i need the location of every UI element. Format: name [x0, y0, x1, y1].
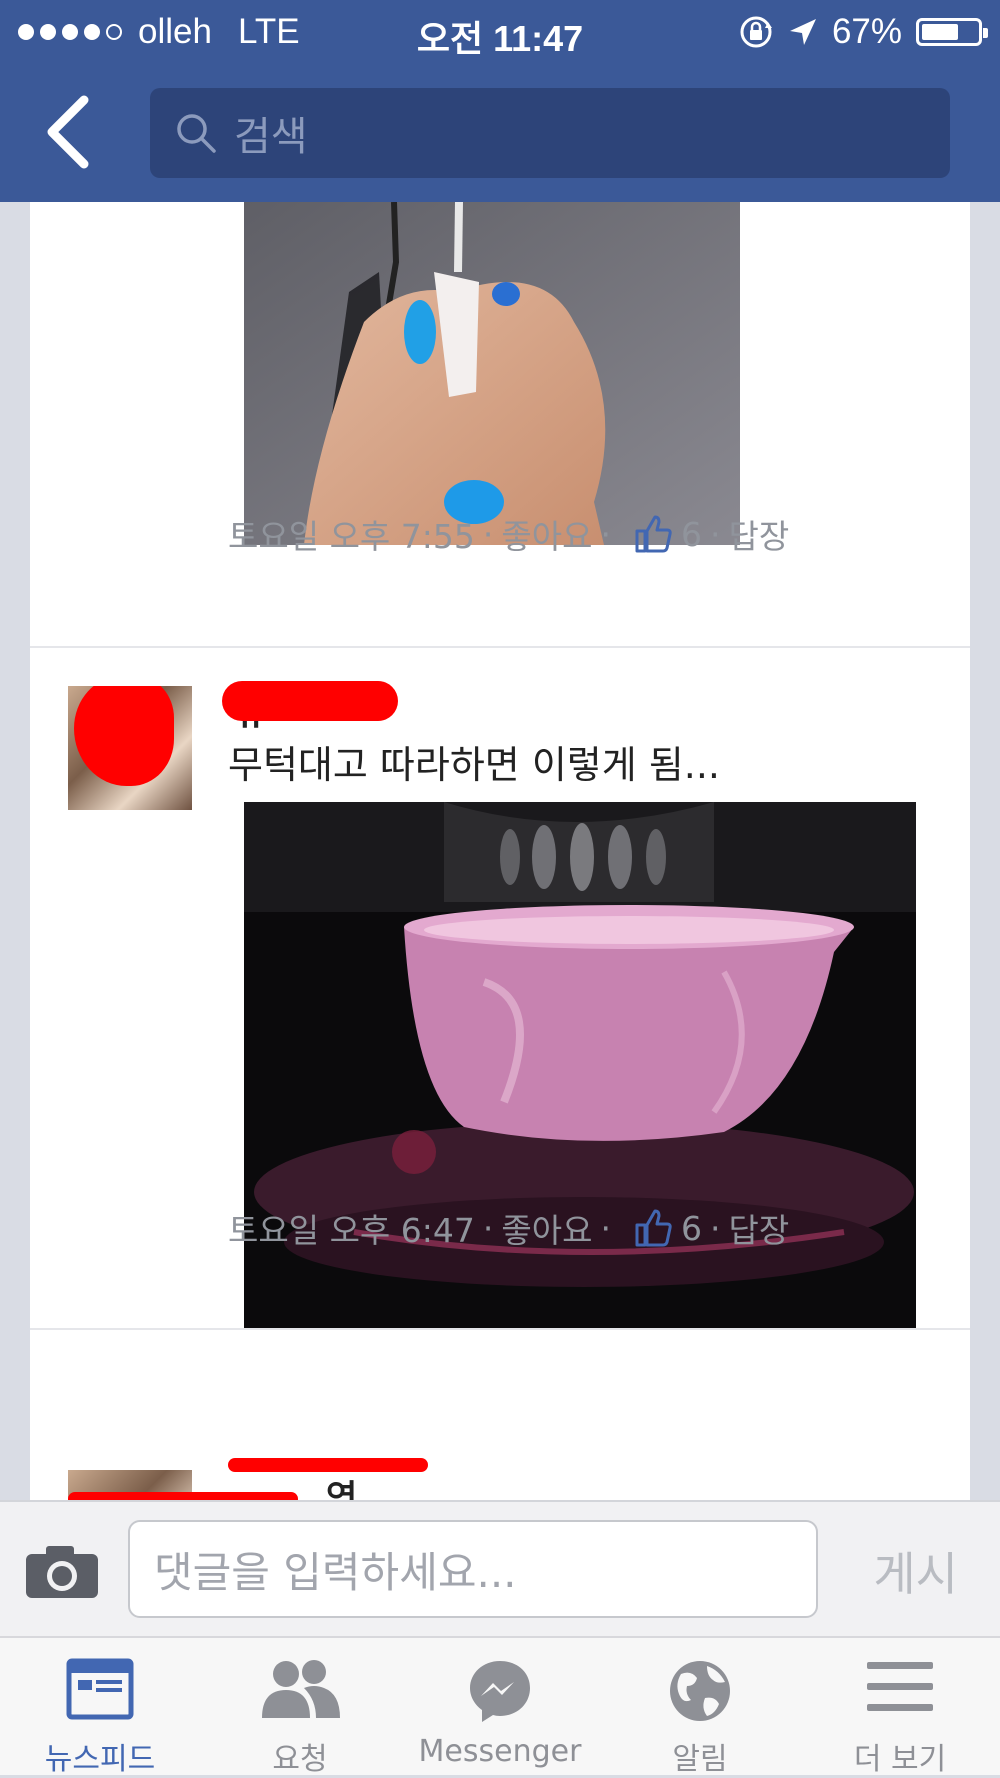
back-button[interactable]: [40, 92, 96, 172]
author-name-redacted[interactable]: 뀨: [222, 677, 428, 733]
comment-placeholder: 댓글을 입력하세요...: [154, 1547, 517, 1597]
search-input[interactable]: 검색: [150, 88, 950, 178]
redaction-mark: [222, 681, 398, 721]
tab-label: 알림: [672, 1742, 728, 1777]
redaction-mark: [68, 1492, 298, 1500]
tab-news-feed[interactable]: 뉴스피드: [0, 1638, 200, 1777]
comment-meta: 토요일 오후 7:55 · 좋아요 · 6 · 답장: [228, 510, 789, 558]
tab-label: 요청: [272, 1742, 328, 1777]
comment-divider: [30, 646, 970, 648]
network-type: LTE: [237, 12, 300, 51]
avatar[interactable]: [68, 686, 192, 810]
camera-button[interactable]: [24, 1542, 100, 1604]
signal-strength-icon: [18, 24, 122, 40]
tab-bar: 뉴스피드 요청 Messenger 알림 더 보기: [0, 1636, 1000, 1777]
tab-more[interactable]: 더 보기: [800, 1638, 1000, 1777]
comment-thread[interactable]: 토요일 오후 7:55 · 좋아요 · 6 · 답장 뀨 무턱대고 따라하면 이…: [30, 202, 970, 1500]
comment-photo[interactable]: [244, 202, 740, 545]
reply-link[interactable]: 답장: [728, 510, 789, 558]
battery-fill: [922, 24, 958, 40]
comment-text: 무턱대고 따라하면 이렇게 됨...: [228, 743, 720, 787]
messenger-icon: [470, 1661, 530, 1722]
comment-time: 토요일 오후 6:47: [228, 1211, 475, 1250]
like-count: 6: [680, 1208, 702, 1248]
carrier-name: olleh: [138, 12, 212, 51]
battery-icon: [916, 18, 988, 46]
comment-meta: 토요일 오후 6:47 · 좋아요 · 6 · 답장: [228, 1204, 789, 1252]
reply-link[interactable]: 답장: [728, 1204, 789, 1252]
comment-divider: [30, 1328, 970, 1330]
tab-label: 더 보기: [853, 1742, 947, 1777]
status-bar: olleh LTE 오전 11:47 67%: [0, 0, 1000, 64]
rotation-lock-icon: [740, 16, 772, 48]
thumbs-up-icon: [635, 1209, 672, 1247]
camera-icon: [26, 1546, 98, 1598]
search-placeholder: 검색: [234, 114, 308, 160]
menu-icon: [867, 1662, 933, 1711]
thumbs-up-icon: [635, 515, 672, 553]
like-count: 6: [680, 514, 702, 554]
tab-label: Messenger: [418, 1734, 582, 1769]
author-name[interactable]: 연: [326, 1470, 357, 1500]
comment-composer: 댓글을 입력하세요... 게시: [0, 1500, 1000, 1636]
like-link[interactable]: 좋아요: [501, 1204, 592, 1252]
comment-time: 토요일 오후 7:55: [228, 517, 475, 556]
status-left: olleh LTE: [18, 12, 300, 52]
tab-notifications[interactable]: 알림: [600, 1638, 800, 1777]
comment-input[interactable]: 댓글을 입력하세요...: [128, 1520, 818, 1618]
like-link[interactable]: 좋아요: [501, 510, 592, 558]
post-button[interactable]: 게시: [873, 1538, 958, 1604]
status-right: 67%: [738, 12, 988, 52]
search-icon: [177, 114, 216, 153]
friend-requests-icon: [262, 1660, 340, 1718]
tab-friend-requests[interactable]: 요청: [200, 1638, 400, 1777]
battery-percent: 67%: [831, 12, 902, 51]
tab-label: 뉴스피드: [44, 1742, 156, 1777]
tab-messenger[interactable]: Messenger: [400, 1638, 600, 1777]
globe-notifications-icon: [670, 1661, 730, 1721]
redaction-mark: [228, 1458, 428, 1472]
chevron-left-icon: [47, 95, 89, 169]
news-feed-icon: [66, 1658, 134, 1720]
location-arrow-icon: [789, 19, 816, 45]
